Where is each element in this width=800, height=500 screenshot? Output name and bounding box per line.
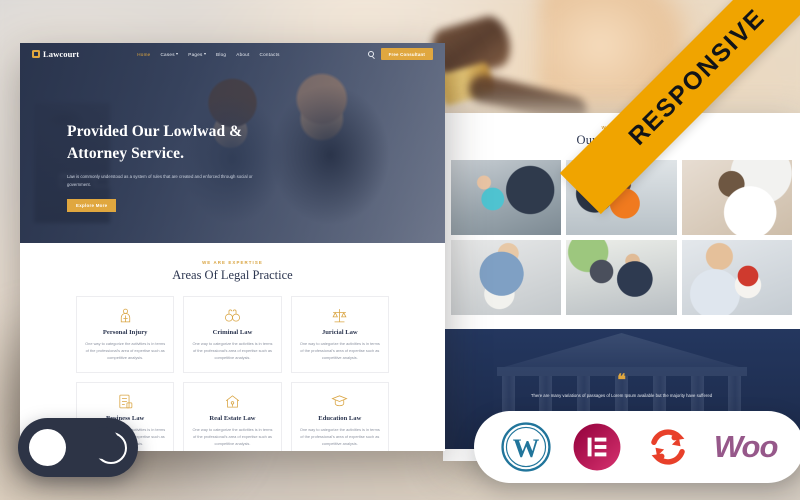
case-study-thumb[interactable] [681,240,792,315]
woocommerce-badge-label: Woo [713,429,779,464]
service-card[interactable]: Personal Injury One way to categorize th… [76,296,175,373]
service-card-text: One way to categorize the activities is … [192,426,273,447]
free-consultant-button[interactable]: Free Consultant [380,48,433,60]
hero-heading-line-1: Provided Our Lowlwad & [67,123,243,140]
nav-item-home[interactable]: Home [137,52,150,57]
primary-navigation: Home Cases Pages Blog About Contacts [137,52,279,57]
graduation-cap-icon [300,392,380,411]
nav-item-pages[interactable]: Pages [188,52,207,57]
person-injury-icon [85,306,165,325]
nav-item-cases[interactable]: Cases [160,52,179,57]
case-study-thumb[interactable] [451,240,562,315]
service-card-title: Juricial Law [321,329,358,336]
scales-icon [300,306,380,325]
site-logo[interactable]: Lawcourt [32,49,79,59]
chevron-down-icon [176,53,179,55]
service-card-title: Criminal Law [212,329,253,336]
services-header: We Are Expertise Areas Of Legal Practice [20,260,445,283]
nav-item-about[interactable]: About [236,52,249,57]
crescent-moon-icon [87,426,127,464]
hero-section: Lawcourt Home Cases Pages Blog About Con… [20,43,445,243]
homepage-screen-mockup[interactable]: Lawcourt Home Cases Pages Blog About Con… [20,43,445,451]
handcuffs-icon [192,306,272,325]
case-study-image-3 [681,160,792,235]
document-business-icon [85,392,165,411]
service-card-text: One way to categorize the activities is … [192,341,273,361]
toggle-knob [29,429,66,466]
chevron-down-icon [204,53,207,55]
service-card-text: One way to categorize the activities is … [299,341,380,361]
case-study-image-5 [566,240,677,315]
nav-item-blog[interactable]: Blog [216,52,226,57]
service-card-title: Personal Injury [102,329,148,336]
hero-heading-line-2: Attorney Service. [67,145,185,162]
gavel-logo-icon [32,50,40,58]
case-study-image-4 [451,240,562,315]
testimonial-text: There are many variations of passages of… [530,393,713,398]
case-study-thumb[interactable] [566,240,677,315]
elementor-badge[interactable] [572,422,622,472]
services-eyebrow: We Are Expertise [202,260,263,265]
service-card[interactable]: Criminal Law One way to categorize the a… [183,296,282,373]
hero-heading: Provided Our Lowlwad & Attorney Service. [67,121,317,165]
navbar-actions: Free Consultant [367,48,433,60]
service-card[interactable]: Juricial Law One way to categorize the a… [290,296,389,373]
case-study-thumb[interactable] [451,160,562,235]
dark-mode-toggle[interactable] [18,418,138,477]
house-key-icon [192,392,272,411]
sync-badge[interactable] [643,422,693,472]
site-navbar: Lawcourt Home Cases Pages Blog About Con… [20,43,445,65]
service-card-title: Real Estate Law [209,414,256,422]
service-card-text: One way to categorize the activities is … [85,341,166,361]
woocommerce-badge[interactable]: Woo [713,429,779,465]
courthouse-pediment [504,333,739,367]
case-study-thumb[interactable] [681,160,792,235]
case-study-image-1 [451,160,562,235]
site-logo-text: Lawcourt [43,49,80,59]
explore-more-button[interactable]: Explore More [67,198,117,213]
nav-item-contacts[interactable]: Contacts [260,52,280,57]
service-card-title: Education Law [318,414,362,422]
hero-paragraph: Law is commonly understood as a system o… [67,174,253,187]
service-card[interactable]: Real Estate Law One way to categorize th… [183,381,282,451]
search-icon[interactable] [367,51,374,57]
service-card-text: One way to categorize the activities is … [299,426,380,447]
service-card[interactable]: Education Law One way to categorize the … [290,381,389,451]
case-study-image-6 [681,240,792,315]
platform-badges-bar: W Woo [474,411,800,483]
services-title: Areas Of Legal Practice [172,268,293,282]
svg-text:W: W [512,433,539,463]
quote-mark-icon: ❝ [617,372,626,389]
wordpress-badge[interactable]: W [500,422,551,472]
hero-content: Provided Our Lowlwad & Attorney Service.… [67,121,317,213]
